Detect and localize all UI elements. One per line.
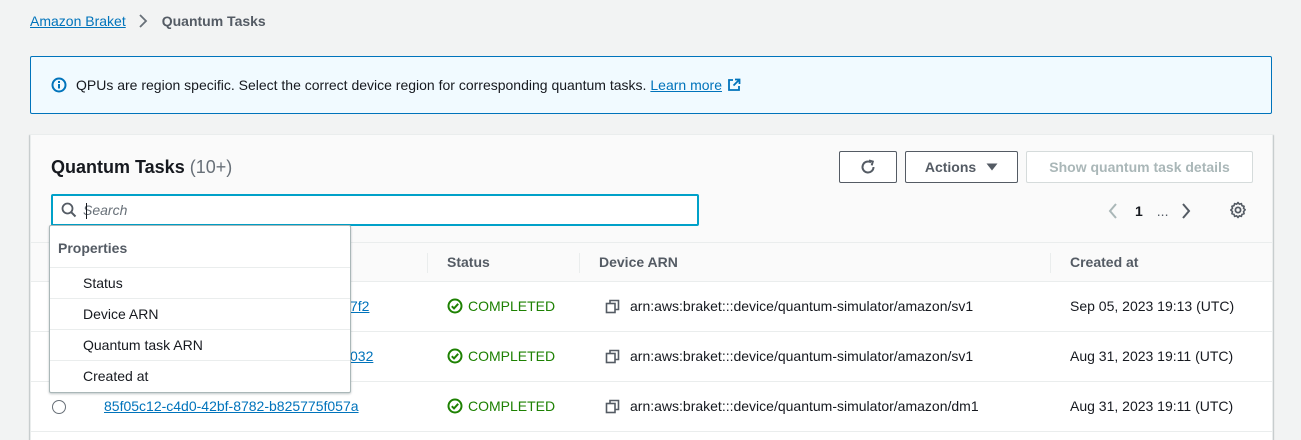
properties-dropdown: Properties Status Device ARN Quantum tas…	[49, 225, 351, 393]
banner-message: QPUs are region specific. Select the cor…	[76, 77, 647, 93]
dropdown-item-status[interactable]: Status	[50, 267, 350, 298]
status-badge: COMPLETED	[447, 348, 555, 364]
pagination: 1 ...	[1107, 199, 1192, 223]
device-arn-text: arn:aws:braket:::device/quantum-simulato…	[630, 298, 974, 314]
chevron-right-icon	[138, 14, 148, 28]
column-header-created-at[interactable]: Created at	[1070, 254, 1138, 270]
search-input[interactable]	[83, 202, 643, 218]
dropdown-group-title: Properties	[58, 240, 128, 256]
page-number[interactable]: 1	[1135, 203, 1143, 219]
copy-icon[interactable]	[605, 299, 620, 314]
device-arn-cell: arn:aws:braket:::device/quantum-simulato…	[605, 398, 979, 414]
info-banner: QPUs are region specific. Select the cor…	[30, 56, 1272, 114]
text-cursor	[86, 203, 87, 219]
dropdown-item-created-at[interactable]: Created at	[50, 360, 350, 391]
column-divider	[1050, 253, 1051, 273]
external-link-icon[interactable]	[727, 78, 741, 92]
chevron-left-icon[interactable]	[1107, 202, 1119, 220]
column-header-device-arn[interactable]: Device ARN	[599, 254, 678, 270]
status-text: COMPLETED	[468, 298, 556, 314]
breadcrumb-current: Quantum Tasks	[161, 13, 266, 29]
device-arn-text: arn:aws:braket:::device/quantum-simulato…	[630, 398, 979, 414]
gear-icon[interactable]	[1229, 201, 1247, 219]
search-box[interactable]	[51, 194, 699, 226]
created-at-text: Aug 31, 2023 19:11 (UTC)	[1070, 398, 1234, 414]
column-divider	[427, 253, 428, 273]
info-icon	[51, 77, 67, 93]
device-arn-cell: arn:aws:braket:::device/quantum-simulato…	[605, 298, 973, 314]
actions-button[interactable]: Actions	[905, 151, 1018, 183]
dropdown-item-quantum-task-arn[interactable]: Quantum task ARN	[50, 329, 350, 360]
refresh-icon	[859, 158, 877, 176]
task-link[interactable]: 7f2	[350, 298, 369, 314]
caret-down-icon	[986, 162, 998, 172]
copy-icon[interactable]	[605, 349, 620, 364]
column-header-status[interactable]: Status	[447, 254, 490, 270]
created-at-text: Sep 05, 2023 19:13 (UTC)	[1070, 298, 1235, 314]
title-text: Quantum Tasks	[51, 157, 185, 177]
task-link[interactable]: 032	[350, 348, 373, 364]
row-select-radio[interactable]	[52, 400, 66, 414]
status-text: COMPLETED	[468, 348, 556, 364]
task-link[interactable]: 85f05c12-c4d0-42bf-8782-b825775f057a	[104, 398, 359, 414]
page-ellipsis: ...	[1156, 203, 1169, 219]
column-divider	[579, 253, 580, 273]
page-title: Quantum Tasks (10+)	[51, 157, 232, 178]
device-arn-text: arn:aws:braket:::device/quantum-simulato…	[630, 348, 974, 364]
copy-icon[interactable]	[605, 399, 620, 414]
dropdown-item-device-arn[interactable]: Device ARN	[50, 298, 350, 329]
refresh-button[interactable]	[839, 151, 897, 183]
task-count: (10+)	[189, 157, 233, 177]
check-circle-icon	[447, 348, 463, 364]
learn-more-link[interactable]: Learn more	[650, 77, 722, 93]
status-badge: COMPLETED	[447, 398, 555, 414]
check-circle-icon	[447, 398, 463, 414]
search-icon	[61, 202, 77, 218]
created-at-text: Aug 31, 2023 19:11 (UTC)	[1070, 348, 1234, 364]
actions-label: Actions	[924, 159, 977, 175]
chevron-right-icon[interactable]	[1180, 202, 1192, 220]
breadcrumb: Amazon Braket Quantum Tasks	[30, 12, 266, 30]
status-text: COMPLETED	[468, 398, 556, 414]
breadcrumb-amazon-braket-link[interactable]: Amazon Braket	[30, 13, 126, 29]
status-badge: COMPLETED	[447, 298, 555, 314]
check-circle-icon	[447, 298, 463, 314]
device-arn-cell: arn:aws:braket:::device/quantum-simulato…	[605, 348, 973, 364]
show-details-button[interactable]: Show quantum task details	[1026, 151, 1253, 183]
